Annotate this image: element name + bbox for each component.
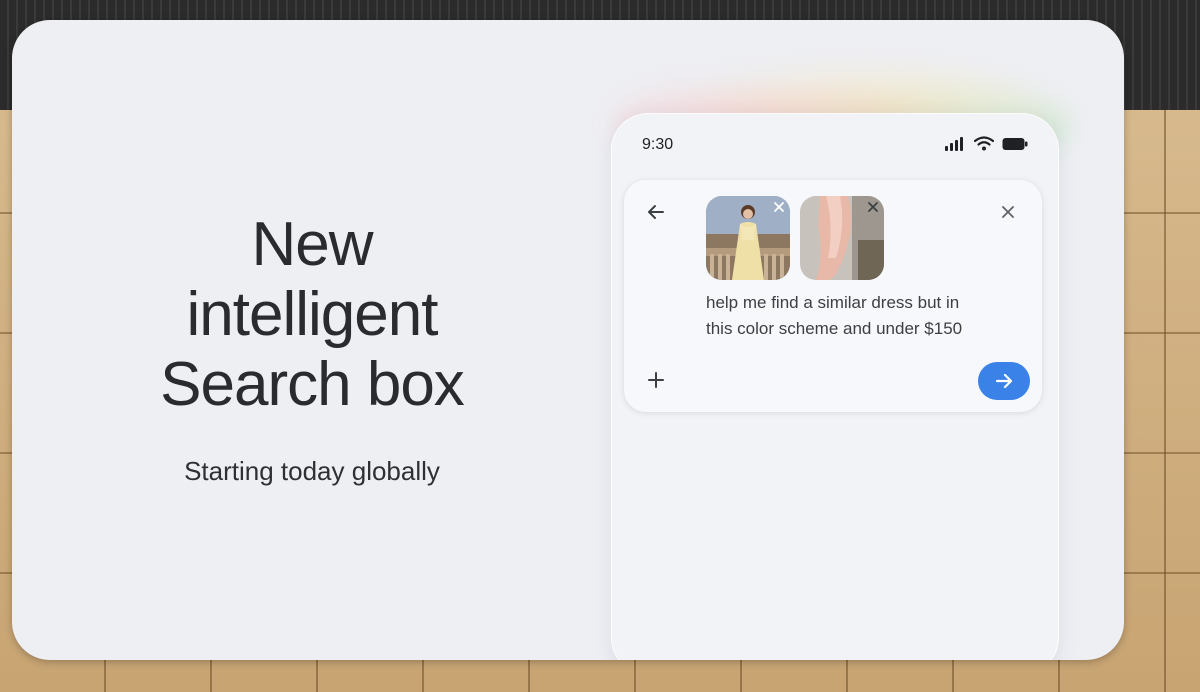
plus-icon	[648, 372, 664, 388]
query-line: help me find a similar dress but in	[706, 293, 960, 312]
slide-headline: New intelligent Search box	[92, 210, 532, 420]
slide-subline: Starting today globally	[184, 456, 440, 486]
presentation-screen: New intelligent Search box Starting toda…	[12, 20, 1124, 660]
close-icon	[1002, 206, 1014, 218]
status-icons	[944, 136, 1028, 151]
add-attachment-button[interactable]	[642, 366, 670, 394]
attachment-fabric-swatch-photo[interactable]	[800, 196, 884, 280]
headline-line: intelligent	[186, 280, 439, 349]
remove-attachment-button[interactable]	[770, 198, 788, 216]
wifi-icon	[974, 136, 994, 151]
headline-line: New	[251, 210, 373, 279]
status-time: 9:30	[642, 136, 674, 153]
query-line: this color scheme and under $150	[706, 319, 963, 338]
attachment-dress-photo[interactable]	[706, 196, 790, 280]
arrow-left-icon	[648, 205, 664, 219]
search-query-input[interactable]: help me find a similar dress but in this…	[706, 290, 1006, 342]
intelligent-search-box[interactable]: help me find a similar dress but in this…	[624, 180, 1042, 412]
headline-line: Search box	[160, 350, 465, 419]
send-search-button[interactable]	[978, 362, 1030, 400]
back-button[interactable]	[642, 198, 670, 226]
arrow-right-icon	[995, 373, 1013, 389]
clear-search-button[interactable]	[996, 200, 1020, 224]
signal-icon	[945, 136, 963, 151]
close-icon	[774, 202, 784, 212]
remove-attachment-button[interactable]	[864, 198, 882, 216]
close-icon	[868, 202, 878, 212]
battery-icon	[1002, 137, 1028, 150]
phone-mockup: 9:30 help me find a similar dress but in…	[612, 114, 1058, 660]
